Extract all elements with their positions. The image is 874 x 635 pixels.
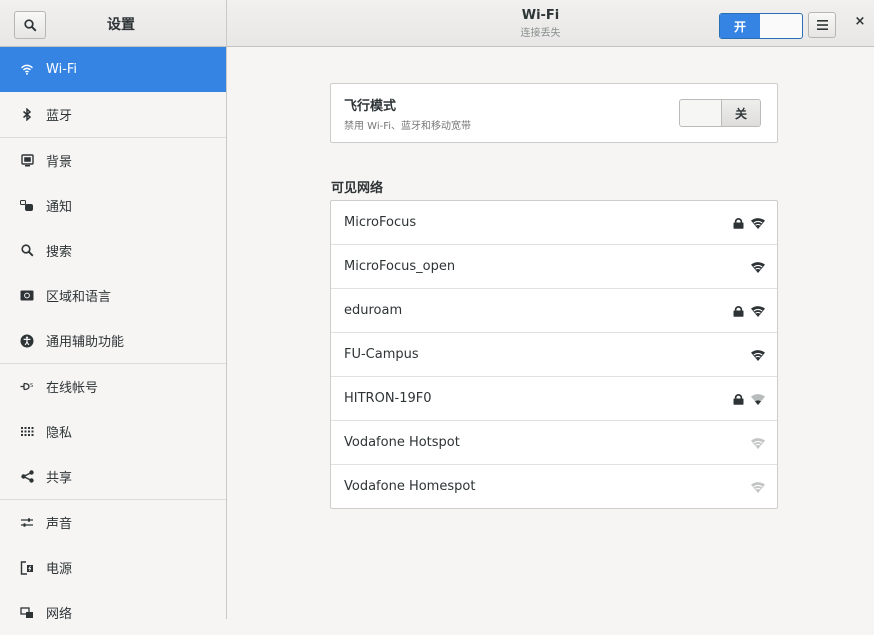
sidebar-item-background[interactable]: 背景 — [0, 137, 226, 183]
menu-button[interactable] — [808, 12, 836, 38]
network-name: Vodafone Homespot — [344, 479, 476, 494]
sidebar: Wi-Fi 蓝牙 背景 通知 搜索 区域和语言 通用辅助功能 S 在线帐号 隐私… — [0, 47, 227, 622]
network-row-vodafone-homespot[interactable]: Vodafone Homespot — [331, 465, 777, 508]
sidebar-item-privacy[interactable]: 隐私 — [0, 409, 226, 454]
airplane-mode-title: 飞行模式 — [344, 99, 397, 114]
wifi-signal-strong-icon — [751, 305, 765, 317]
accessibility-icon — [18, 334, 36, 348]
lock-icon — [733, 217, 744, 229]
sidebar-item-label: 背景 — [46, 155, 73, 170]
airplane-switch-off-label: 关 — [721, 100, 760, 126]
power-icon — [18, 560, 36, 575]
network-row-fu-campus[interactable]: FU-Campus — [331, 333, 777, 377]
wifi-signal-weak-icon — [751, 481, 765, 493]
sidebar-item-sound[interactable]: 声音 — [0, 499, 226, 545]
network-row-microfocus[interactable]: MicroFocus — [331, 201, 777, 245]
wifi-switch-on-label: 开 — [720, 14, 760, 38]
airplane-mode-subtitle: 禁用 Wi-Fi、蓝牙和移动宽带 — [344, 121, 472, 132]
sidebar-item-label: 在线帐号 — [46, 381, 99, 396]
region-icon — [18, 290, 36, 301]
app-title: 设置 — [107, 17, 135, 33]
close-icon: × — [854, 14, 866, 29]
notifications-icon — [18, 199, 36, 212]
sidebar-item-power[interactable]: 电源 — [0, 545, 226, 590]
network-name: FU-Campus — [344, 347, 419, 362]
network-row-microfocus-open[interactable]: MicroFocus_open — [331, 245, 777, 289]
privacy-icon — [18, 426, 36, 437]
sidebar-item-label: 通用辅助功能 — [46, 335, 125, 350]
wifi-signal-weak-icon — [751, 437, 765, 449]
network-icon — [18, 606, 36, 619]
visible-networks-heading: 可见网络 — [331, 181, 384, 196]
lock-icon — [733, 393, 744, 405]
airplane-mode-card: 飞行模式 禁用 Wi-Fi、蓝牙和移动宽带 关 — [330, 83, 778, 143]
sidebar-item-region[interactable]: 区域和语言 — [0, 273, 226, 318]
sidebar-item-label: 隐私 — [46, 426, 73, 441]
network-name: eduroam — [344, 303, 403, 318]
wifi-toggle-switch[interactable]: 开 — [719, 13, 803, 39]
network-row-eduroam[interactable]: eduroam — [331, 289, 777, 333]
sidebar-item-label: 区域和语言 — [46, 290, 112, 305]
sound-icon — [18, 517, 36, 528]
network-row-hitron-19f0[interactable]: HITRON-19F0 — [331, 377, 777, 421]
network-name: Vodafone Hotspot — [344, 435, 460, 450]
hamburger-icon — [816, 20, 828, 30]
network-name: HITRON-19F0 — [344, 391, 432, 406]
sidebar-item-network[interactable]: 网络 — [0, 590, 226, 635]
sidebar-item-online-accounts[interactable]: S 在线帐号 — [0, 363, 226, 409]
sidebar-item-label: Wi-Fi — [46, 62, 78, 77]
search-icon — [18, 244, 36, 257]
sidebar-item-label: 搜索 — [46, 245, 73, 260]
sidebar-item-accessibility[interactable]: 通用辅助功能 — [0, 318, 226, 363]
wifi-signal-strong-icon — [751, 349, 765, 361]
sidebar-item-wifi[interactable]: Wi-Fi — [0, 47, 226, 92]
network-name: MicroFocus_open — [344, 259, 456, 274]
networks-list: MicroFocus MicroFocus_open eduroam FU-Ca… — [330, 200, 778, 509]
bluetooth-icon — [18, 108, 36, 121]
wifi-icon — [18, 64, 36, 75]
online-accounts-icon: S — [18, 380, 36, 393]
sidebar-item-label: 声音 — [46, 517, 73, 532]
sidebar-item-label: 蓝牙 — [46, 109, 73, 124]
sidebar-item-label: 通知 — [46, 200, 73, 215]
sidebar-item-share[interactable]: 共享 — [0, 454, 226, 499]
wifi-signal-strong-icon — [751, 217, 765, 229]
svg-text:S: S — [30, 383, 33, 389]
close-button[interactable]: × — [852, 14, 868, 32]
main-panel: 飞行模式 禁用 Wi-Fi、蓝牙和移动宽带 关 可见网络 MicroFocus … — [227, 47, 874, 619]
airplane-mode-switch[interactable]: 关 — [679, 99, 761, 127]
sidebar-item-bluetooth[interactable]: 蓝牙 — [0, 92, 226, 137]
share-icon — [18, 470, 36, 483]
sidebar-item-label: 网络 — [46, 607, 73, 622]
sidebar-item-label: 电源 — [46, 562, 73, 577]
sidebar-item-search[interactable]: 搜索 — [0, 228, 226, 273]
sidebar-item-notifications[interactable]: 通知 — [0, 183, 226, 228]
wifi-signal-strong-icon — [751, 261, 765, 273]
background-icon — [18, 154, 36, 167]
network-row-vodafone-hotspot[interactable]: Vodafone Hotspot — [331, 421, 777, 465]
wifi-signal-weak-icon — [751, 393, 765, 405]
network-name: MicroFocus — [344, 215, 417, 230]
header-bar: 设置 Wi-Fi 连接丢失 开 × — [0, 0, 874, 47]
sidebar-item-label: 共享 — [46, 471, 73, 486]
lock-icon — [733, 305, 744, 317]
